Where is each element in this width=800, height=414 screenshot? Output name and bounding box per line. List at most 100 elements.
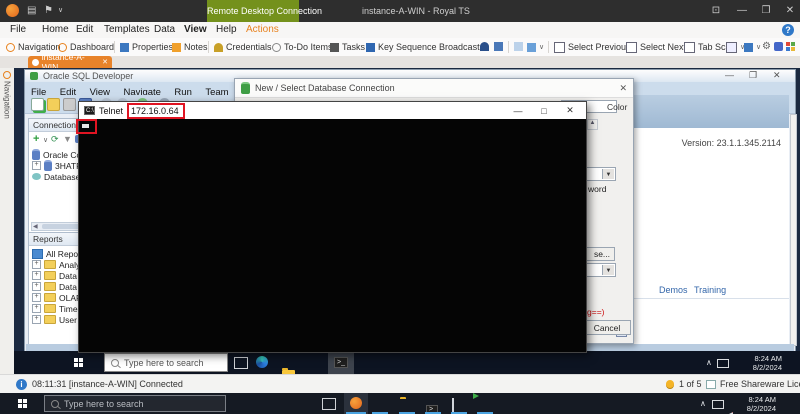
key-sequence-broadcaster-button[interactable]: Key Sequence Broadcaster xyxy=(366,38,488,56)
expand-icon[interactable]: + xyxy=(32,161,41,170)
tab-instance-a-win[interactable]: instance-A-WIN ✕ xyxy=(28,56,112,68)
cmd-taskbar-button[interactable]: >_ xyxy=(426,398,438,414)
properties-icon xyxy=(120,43,129,52)
notes-button[interactable]: Notes xyxy=(172,38,208,56)
sqldev-close-button[interactable]: ✕ xyxy=(773,70,781,81)
help-icon[interactable]: ? xyxy=(782,24,794,36)
tab-close-icon[interactable]: ✕ xyxy=(102,58,108,66)
telnet-minimize-button[interactable]: — xyxy=(507,106,529,116)
refresh-icon[interactable]: ⟳ xyxy=(51,134,59,145)
close-button[interactable]: ✕ xyxy=(780,0,800,22)
new-file-icon[interactable] xyxy=(31,98,44,111)
dropdown-arrow-icon[interactable]: ▼ xyxy=(602,169,614,179)
host-clock[interactable]: 8:24 AM 8/2/2024 xyxy=(734,395,776,413)
task-view-icon[interactable] xyxy=(322,398,336,410)
arch-icon[interactable] xyxy=(480,42,489,51)
filter-icon[interactable]: ▼ xyxy=(63,134,72,144)
clock-icon xyxy=(272,43,281,52)
window-dropdown[interactable]: ∨ xyxy=(726,38,745,56)
dialog-close-icon[interactable]: ✕ xyxy=(619,83,627,94)
host-search-box[interactable]: Type here to search xyxy=(44,395,226,412)
keyboard-icon xyxy=(366,43,375,52)
folder-icon xyxy=(44,271,56,280)
edge-icon[interactable] xyxy=(256,356,268,368)
remote-start-button[interactable] xyxy=(74,358,83,367)
todo-items-button[interactable]: To-Do Items xyxy=(272,38,333,56)
terminal-icon: >_ xyxy=(334,357,348,368)
toolbar-separator xyxy=(208,41,209,53)
remote-search-box[interactable]: Type here to search xyxy=(104,353,228,372)
training-link[interactable]: Training xyxy=(694,285,726,295)
menu-actions[interactable]: Actions xyxy=(246,22,279,38)
properties-button[interactable]: Properties xyxy=(120,38,173,56)
display-mode-dropdown[interactable]: ∨ xyxy=(527,38,544,56)
toolbar-separator xyxy=(548,41,549,53)
select-next-button[interactable]: Select Next xyxy=(626,38,686,56)
remote-desktop-taskbar-button[interactable] xyxy=(452,399,454,414)
color-grid-icon[interactable] xyxy=(786,42,795,51)
add-connection-dropdown-icon[interactable]: ∨ xyxy=(43,136,48,144)
quick-access-dropdown-icon[interactable]: ∨ xyxy=(58,4,63,18)
titlebar: ▤ ⚑ ∨ Remote Desktop Connection instance… xyxy=(0,0,800,22)
thumbnail-grid-icon[interactable] xyxy=(514,42,523,51)
telnet-titlebar[interactable]: C:\ Telnet 172.16.0.64 — □ ✕ xyxy=(79,102,586,119)
navigation-panel-label: Navigation xyxy=(3,81,12,119)
task-view-icon[interactable] xyxy=(234,357,248,369)
dock-icon[interactable]: ⊡ xyxy=(706,0,726,22)
tasks-button[interactable]: Tasks xyxy=(330,38,365,56)
dialog-title: New / Select Database Connection xyxy=(255,83,395,93)
info-icon: i xyxy=(16,379,27,390)
dropdown-arrow-icon[interactable]: ▼ xyxy=(602,265,614,275)
open-folder-icon[interactable] xyxy=(47,98,60,111)
bulb-icon xyxy=(666,380,674,388)
menu-edit[interactable]: Edit xyxy=(76,22,93,38)
save-icon[interactable]: ▤ xyxy=(27,4,36,18)
connection-count: 1 of 5 xyxy=(679,379,702,389)
menu-file[interactable]: File xyxy=(10,22,26,38)
network-icon[interactable] xyxy=(712,400,724,409)
select-next-icon xyxy=(626,42,637,53)
scroll-up-icon[interactable]: ▲ xyxy=(587,119,598,130)
telnet-close-button[interactable]: ✕ xyxy=(559,105,581,116)
menu-help[interactable]: Help xyxy=(216,22,237,38)
menu-templates[interactable]: Templates xyxy=(104,22,150,38)
plugin-icon[interactable] xyxy=(774,42,783,51)
grid-dropdown[interactable]: ∨ xyxy=(744,38,761,56)
flag-icon[interactable]: ⚑ xyxy=(44,4,53,18)
grid-edit-icon[interactable] xyxy=(494,42,503,51)
dialog-titlebar: New / Select Database Connection ✕ xyxy=(235,79,633,98)
sqldev-vscrollbar[interactable] xyxy=(790,114,797,346)
network-icon[interactable] xyxy=(717,359,729,368)
telnet-maximize-button[interactable]: □ xyxy=(533,106,555,116)
blue-grid-icon xyxy=(744,43,753,52)
terminal-taskbar-button-active[interactable]: >_ xyxy=(328,351,354,374)
cancel-button[interactable]: Cancel xyxy=(583,320,631,335)
folder-icon xyxy=(44,315,56,324)
color-field-label: Color xyxy=(607,102,627,112)
add-connection-icon[interactable]: + xyxy=(33,133,39,145)
telnet-window: C:\ Telnet 172.16.0.64 — □ ✕ xyxy=(78,101,587,353)
maximize-button[interactable]: ❐ xyxy=(756,0,776,22)
menu-home[interactable]: Home xyxy=(42,22,69,38)
sqldev-maximize-button[interactable]: ❐ xyxy=(749,70,757,81)
sqldev-app-icon xyxy=(30,72,38,80)
folder-icon xyxy=(44,304,56,313)
remote-clock[interactable]: 8:24 AM 8/2/2024 xyxy=(738,354,782,372)
tray-chevron-icon[interactable]: ∧ xyxy=(700,399,706,408)
tray-chevron-icon[interactable]: ∧ xyxy=(706,358,712,367)
royalts-taskbar-button-active[interactable] xyxy=(344,393,368,414)
navigation-panel-collapsed[interactable]: Navigation xyxy=(0,68,15,374)
credentials-button[interactable]: Credentials xyxy=(214,38,272,56)
menu-data[interactable]: Data xyxy=(154,22,175,38)
session-icon xyxy=(32,59,39,66)
host-start-button[interactable] xyxy=(18,399,27,408)
telnet-terminal[interactable] xyxy=(79,119,584,350)
sqldev-minimize-button[interactable]: — xyxy=(725,70,734,80)
ribbon-toolbar: Navigation Dashboard Properties Notes Cr… xyxy=(0,38,800,57)
key-icon xyxy=(214,43,223,52)
demos-link[interactable]: Demos xyxy=(659,285,688,295)
gear-icon[interactable]: ⚙ xyxy=(762,41,771,52)
telnet-title-prefix: Telnet xyxy=(99,106,123,116)
select-previous-button[interactable]: Select Previous xyxy=(554,38,631,56)
minimize-button[interactable]: — xyxy=(732,0,752,22)
